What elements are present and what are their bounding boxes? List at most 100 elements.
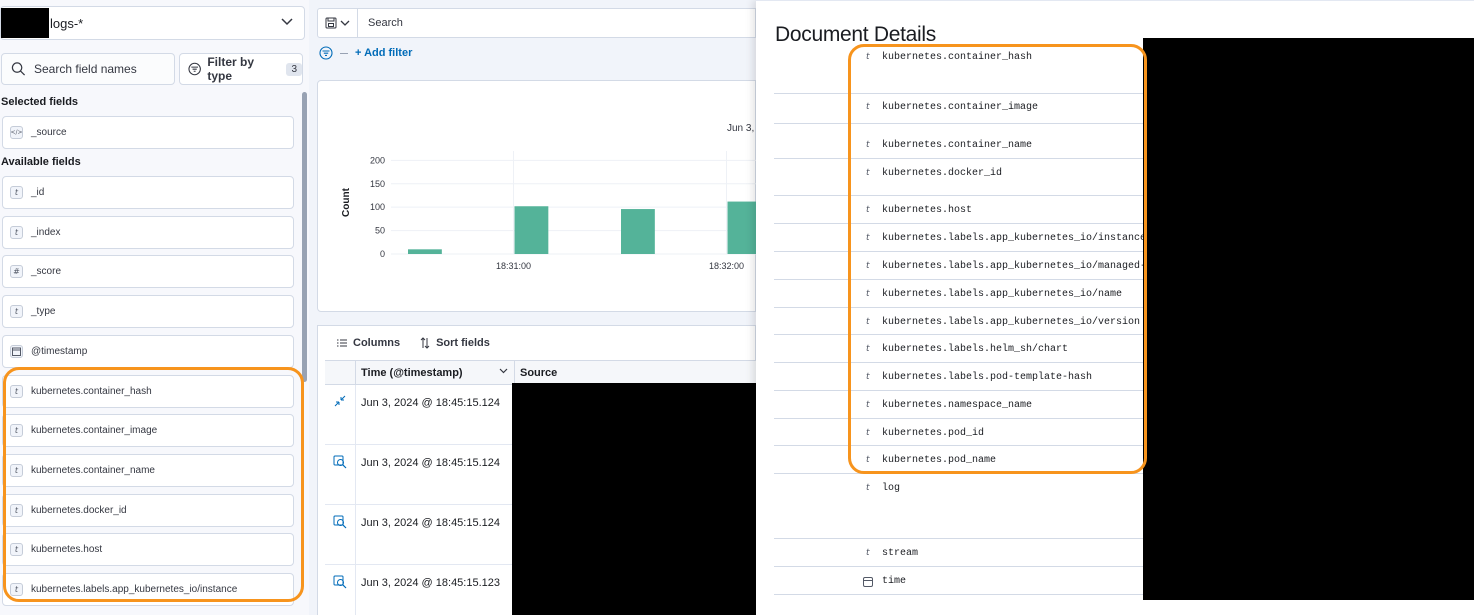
chevron-down-icon[interactable]	[499, 366, 508, 378]
document-field-row[interactable]: t kubernetes.labels.app_kubernetes_io/man…	[774, 252, 1158, 280]
field-type-icon: t	[10, 583, 23, 596]
document-field-name: kubernetes.namespace_name	[882, 400, 1033, 411]
document-field-row[interactable]: t kubernetes.labels.helm_sh/chart	[774, 335, 1144, 363]
field-type-icon: t	[866, 52, 870, 62]
sidebar-scrollbar[interactable]	[302, 92, 307, 382]
document-field-row[interactable]: t kubernetes.labels.app_kubernetes_io/ins…	[774, 224, 1146, 252]
inspect-icon[interactable]	[325, 505, 356, 564]
document-field-name: kubernetes.labels.pod-template-hash	[882, 372, 1093, 383]
query-search-input[interactable]: Search	[368, 17, 403, 29]
field-type-icon: t	[10, 225, 23, 239]
field-name: @timestamp	[31, 345, 88, 357]
field-name: _index	[31, 226, 61, 238]
document-field-row[interactable]: t kubernetes.container_name	[774, 131, 1144, 159]
timestamp-cell: Jun 3, 2024 @ 18:45:15.124	[361, 457, 500, 469]
chevron-down-icon[interactable]	[280, 14, 294, 31]
field-list-item[interactable]: t kubernetes.container_image	[2, 414, 294, 448]
code-icon: </>	[10, 126, 23, 139]
filter-icon[interactable]	[319, 46, 333, 60]
selected-fields-title: Selected fields	[1, 96, 79, 108]
timestamp-cell: Jun 3, 2024 @ 18:45:15.124	[361, 517, 500, 529]
document-field-name: kubernetes.host	[882, 205, 973, 216]
field-list-item[interactable]: t kubernetes.docker_id	[2, 493, 294, 527]
x-tick-label: 18:31:00	[496, 261, 531, 271]
field-list-item[interactable]: t kubernetes.container_name	[2, 453, 294, 487]
inspect-icon[interactable]	[325, 445, 356, 504]
document-field-row[interactable]: t kubernetes.docker_id	[774, 159, 1144, 196]
inspect-icon[interactable]	[325, 565, 356, 615]
redacted-source-content	[512, 383, 756, 615]
histogram-bar	[514, 206, 549, 254]
search-field-names-input[interactable]	[34, 62, 174, 76]
filter-by-type-button[interactable]: Filter by type 3	[179, 53, 303, 85]
sort-icon	[420, 337, 430, 349]
expand-column-header	[325, 361, 356, 384]
index-pattern-label: logs-*	[50, 15, 84, 31]
y-axis-label: Count	[341, 187, 352, 217]
document-field-row[interactable]: t kubernetes.pod_id	[774, 419, 1144, 446]
field-name: kubernetes.docker_id	[31, 504, 127, 516]
saved-query-button[interactable]	[318, 9, 358, 37]
list-icon	[337, 339, 347, 347]
source-column-header[interactable]: Source	[520, 367, 557, 379]
document-field-name: kubernetes.container_image	[882, 102, 1039, 113]
field-type-icon: t	[10, 384, 23, 398]
field-list-item[interactable]: t kubernetes.labels.app_kubernetes_io/ins…	[2, 573, 294, 606]
sort-fields-button[interactable]: Sort fields	[420, 337, 490, 349]
add-filter-button[interactable]: + Add filter	[355, 47, 412, 59]
field-search[interactable]	[1, 53, 175, 85]
field-name: kubernetes.container_name	[31, 464, 155, 476]
document-field-row[interactable]: t stream	[774, 539, 1144, 567]
field-list-item[interactable]: t _type	[2, 295, 294, 329]
field-type-icon: t	[10, 543, 23, 557]
field-list-item[interactable]: # _score	[2, 255, 294, 289]
document-field-name: stream	[882, 548, 919, 559]
y-tick-label: 200	[370, 155, 385, 165]
field-type-icon: t	[10, 503, 23, 517]
document-field-row[interactable]: time	[774, 567, 1144, 595]
document-field-name: kubernetes.container_hash	[882, 52, 1033, 63]
field-type-icon: t	[866, 483, 870, 493]
document-field-row[interactable]: t kubernetes.labels.app_kubernetes_io/nam…	[774, 280, 1144, 308]
histogram-bar	[408, 249, 442, 254]
field-name: _type	[31, 306, 56, 318]
column-divider[interactable]	[514, 361, 515, 384]
chevron-down-icon	[340, 20, 350, 26]
document-field-row[interactable]: t kubernetes.host	[774, 196, 1144, 224]
document-field-row[interactable]: t kubernetes.namespace_name	[774, 391, 1144, 419]
columns-label: Columns	[353, 337, 401, 349]
document-field-row[interactable]: t log	[774, 474, 1144, 539]
field-list-item[interactable]: t kubernetes.container_hash	[2, 374, 294, 408]
y-tick-label: 50	[375, 226, 385, 236]
filter-row: + Add filter	[319, 46, 412, 60]
field-type-icon: t	[866, 317, 870, 327]
calendar-icon	[10, 344, 23, 358]
calendar-icon	[863, 577, 873, 587]
columns-button[interactable]: Columns	[337, 337, 400, 349]
document-field-name: kubernetes.docker_id	[882, 168, 1003, 179]
field-type-icon: t	[866, 233, 870, 243]
document-field-row[interactable]: t kubernetes.labels.pod-template-hash	[774, 363, 1144, 391]
field-type-icon: t	[866, 548, 870, 558]
field-type-icon: t	[866, 140, 870, 150]
time-column-header[interactable]: Time (@timestamp)	[361, 367, 463, 379]
document-field-row[interactable]: t kubernetes.labels.app_kubernetes_io/ver…	[774, 308, 1144, 335]
field-name: _id	[31, 187, 45, 198]
document-field-row[interactable]: t kubernetes.pod_name	[774, 446, 1144, 474]
document-field-row[interactable]: t kubernetes.container_image	[774, 86, 1144, 124]
document-field-name: kubernetes.pod_id	[882, 428, 985, 439]
field-list-item[interactable]: t _index	[2, 215, 294, 249]
field-list-item[interactable]: @timestamp	[2, 334, 294, 368]
search-icon	[11, 62, 26, 76]
field-list-item[interactable]: t kubernetes.host	[2, 533, 294, 567]
field-name: _source	[31, 127, 67, 138]
timestamp-cell: Jun 3, 2024 @ 18:45:15.123	[361, 577, 500, 589]
field-list-item[interactable]: </> _source	[2, 116, 294, 149]
available-fields-title: Available fields	[1, 156, 81, 168]
index-pattern-picker[interactable]: logs-*	[0, 6, 305, 40]
field-name: kubernetes.container_hash	[31, 385, 152, 397]
collapse-icon[interactable]	[325, 385, 356, 444]
document-field-name: kubernetes.container_name	[882, 140, 1033, 151]
field-name: kubernetes.container_image	[31, 425, 158, 437]
field-list-item[interactable]: t _id	[2, 176, 294, 209]
